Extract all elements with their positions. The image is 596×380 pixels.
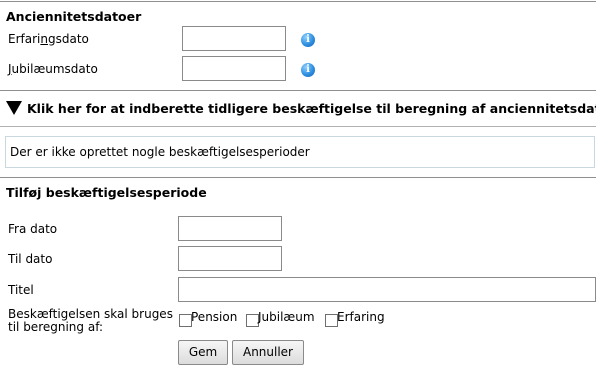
jubilee-option-label: Jubilæum	[258, 310, 315, 324]
jubilee-date-input[interactable]	[182, 56, 286, 81]
from-date-label: Fra dato	[8, 222, 58, 236]
title-input[interactable]	[178, 277, 596, 302]
expander-divider	[0, 90, 596, 91]
empty-list-message: Der er ikke oprettet nogle beskæftigelse…	[10, 145, 310, 159]
cancel-button[interactable]: Annuller	[232, 340, 304, 365]
from-date-input[interactable]	[178, 216, 282, 241]
experience-date-label: Erfaringsdato	[8, 32, 89, 46]
pension-label: Pension	[191, 310, 238, 324]
to-date-input[interactable]	[178, 246, 282, 271]
top-divider	[0, 1, 596, 2]
experience-option-label: Erfaring	[337, 310, 385, 324]
employment-periods-list: Der er ikke oprettet nogle beskæftigelse…	[5, 136, 595, 168]
info-icon[interactable]: i	[301, 63, 315, 77]
info-icon[interactable]: i	[301, 33, 315, 47]
save-button[interactable]: Gem	[178, 340, 228, 365]
triangle-down-icon	[6, 101, 22, 115]
title-label: Titel	[8, 283, 34, 297]
list-divider	[0, 126, 596, 127]
add-period-divider	[0, 177, 596, 178]
jubilee-date-label: Jubilæumsdato	[8, 62, 98, 76]
add-period-heading: Tilføj beskæftigelsesperiode	[6, 185, 207, 200]
experience-date-input[interactable]	[182, 26, 286, 51]
to-date-label: Til dato	[8, 252, 53, 266]
employment-expander[interactable]: Klik her for at indberette tidligere bes…	[6, 100, 596, 120]
usage-options: Pension Jubilæum Erfaring	[178, 310, 408, 327]
seniority-heading: Anciennitetsdatoer	[6, 9, 142, 24]
expander-label: Klik her for at indberette tidligere bes…	[27, 101, 596, 116]
usage-label: Beskæftigelsen skal bruges til beregning…	[8, 307, 173, 334]
